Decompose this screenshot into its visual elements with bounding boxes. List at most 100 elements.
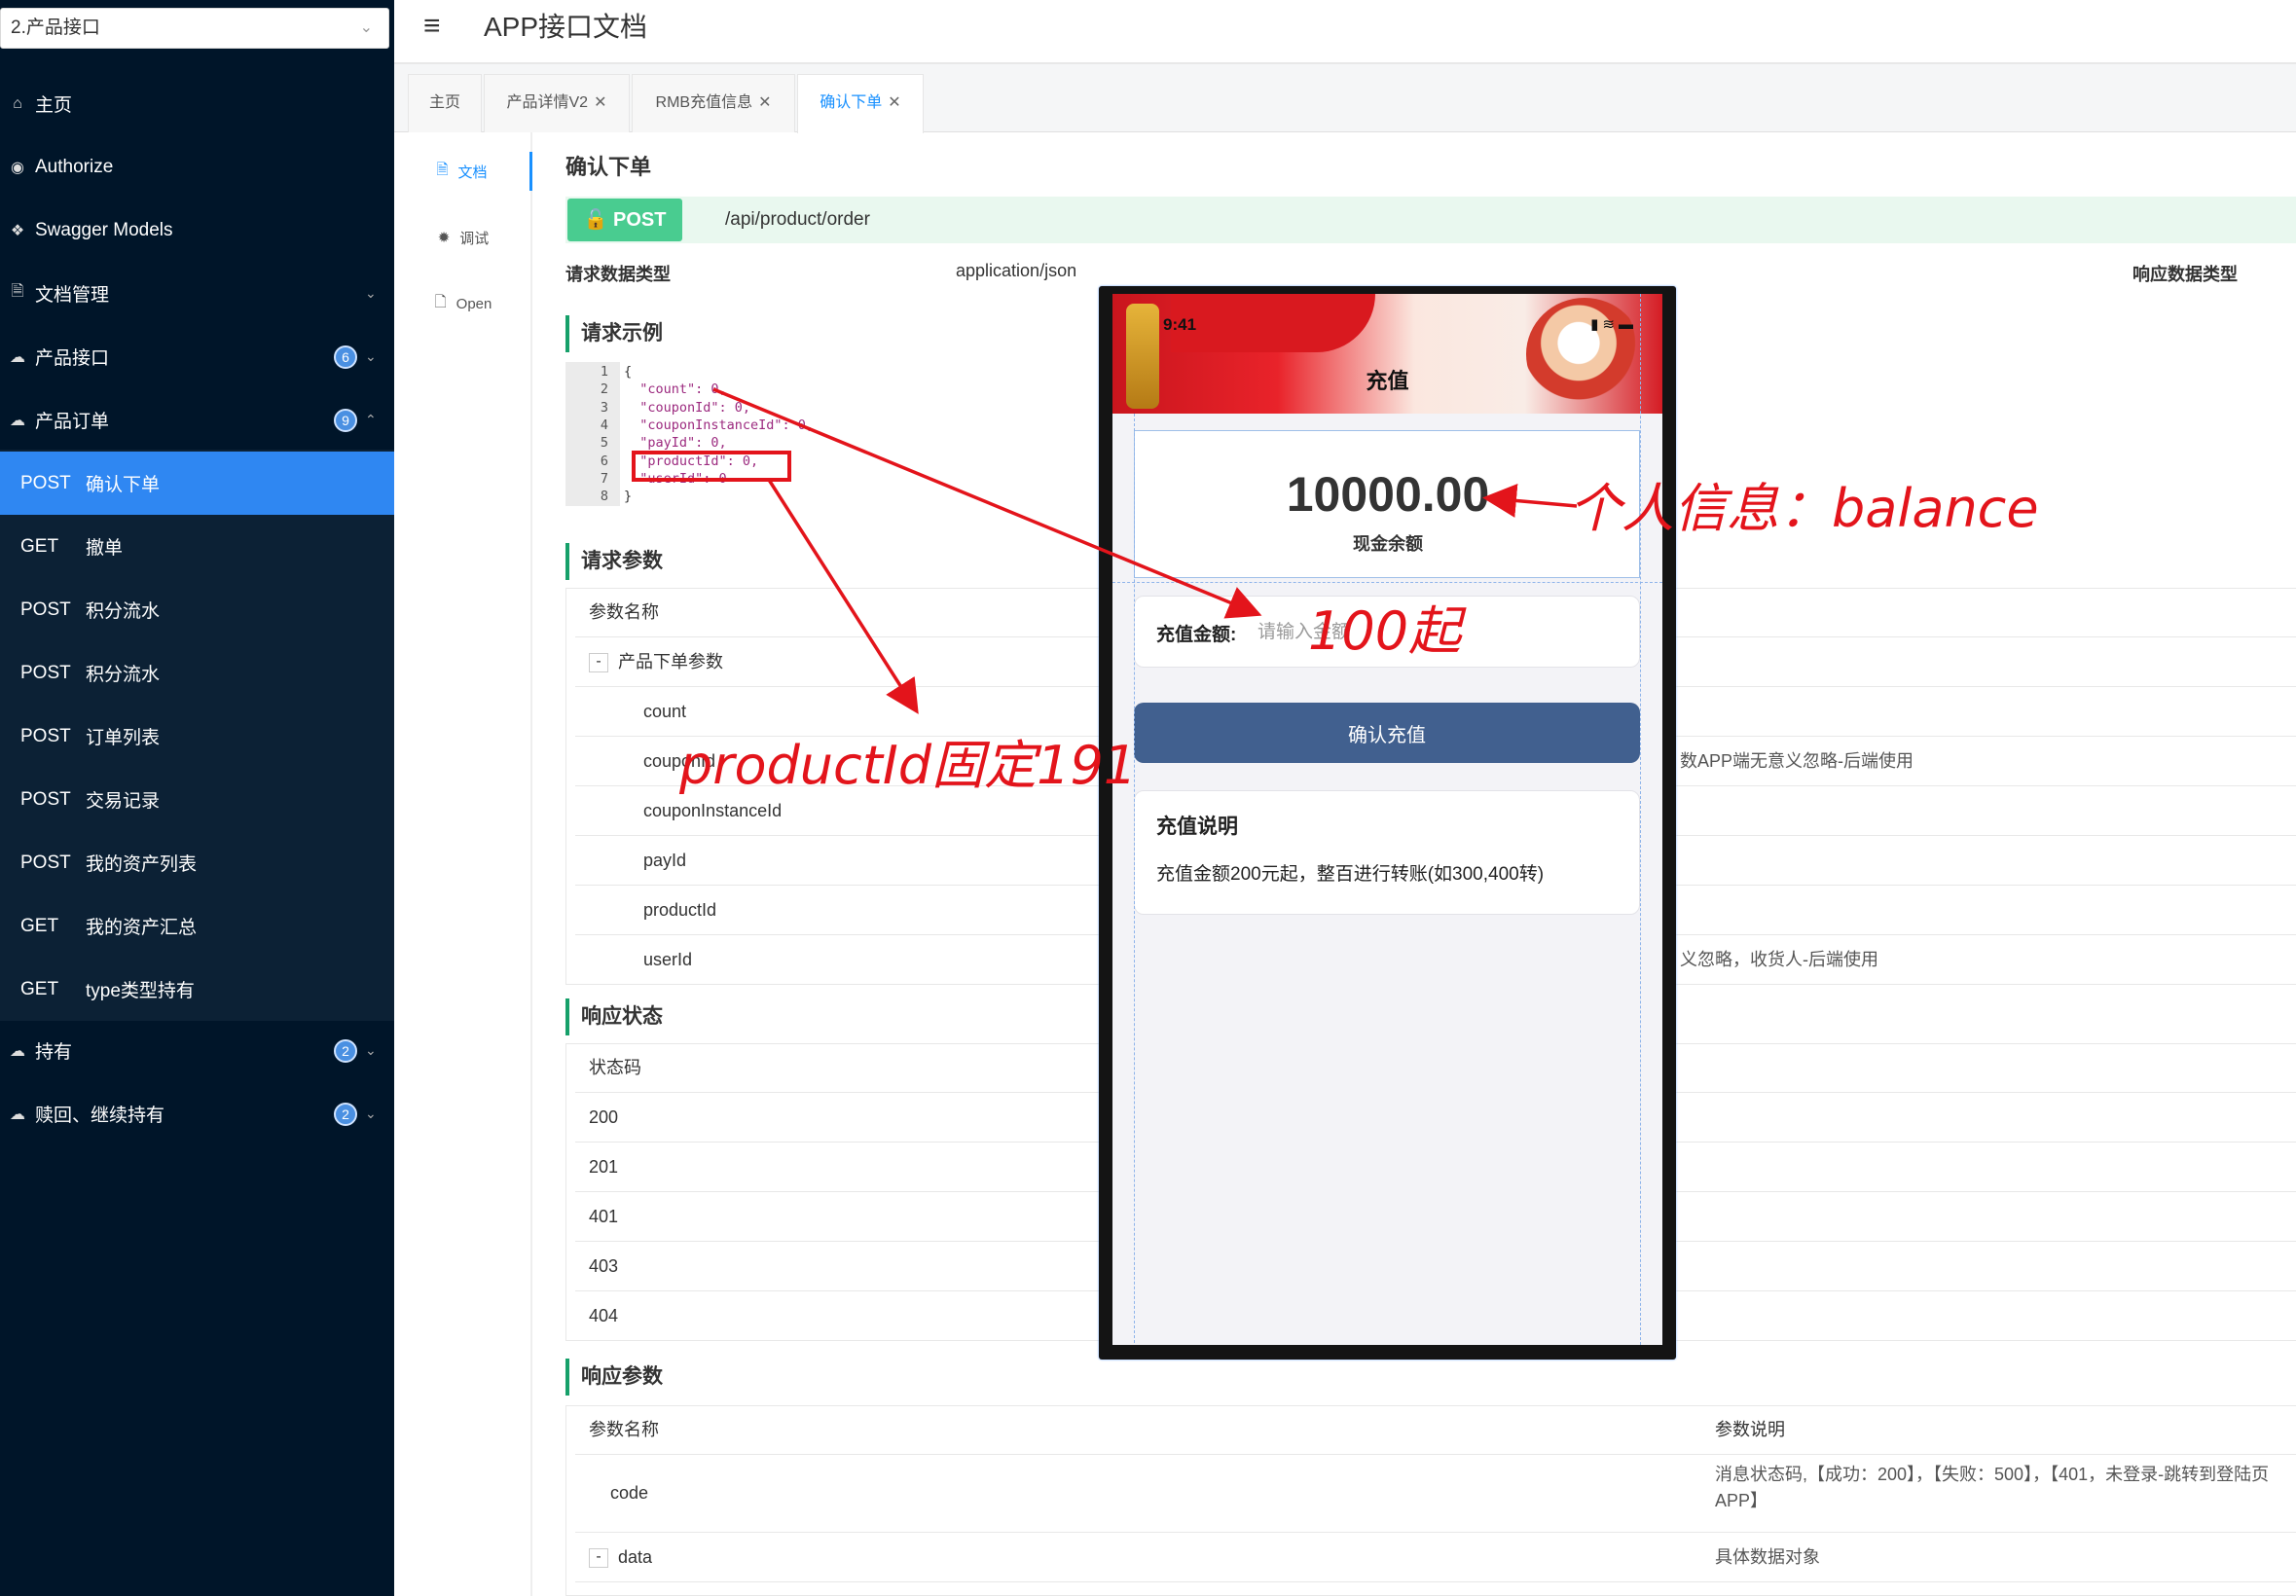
sidebar-item-authorize[interactable]: ◉ Authorize [0,135,394,199]
section-response-params: 响应参数 [565,1359,663,1396]
param-name: data [618,1547,653,1567]
sidebar-subitem[interactable]: GET 撤单 [0,515,394,578]
recharge-note-card: 充值说明 充值金额200元起，整百进行转账(如300,400转) [1134,790,1640,915]
sidebar-item-label: Authorize [35,156,114,177]
section-request-params: 请求参数 [565,543,663,580]
guide-line [1112,582,1662,583]
tab-confirm-order[interactable]: 确认下单 ✕ [797,74,924,133]
header-cell: 参数名称 [589,602,659,622]
http-method: POST [20,472,71,493]
sidebar-item-holding[interactable]: ☁ 持有 2 ⌄ [0,1019,394,1082]
count-badge: 9 [334,408,357,432]
sidebar-item-home[interactable]: ⌂ 主页 [0,72,394,135]
section-response-status: 响应状态 [565,998,663,1035]
sidebar-subitem-label: 交易记录 [86,791,161,812]
sidebar-subitem-confirm-order[interactable]: POST 确认下单 [0,452,394,515]
page-title: APP接口文档 [484,12,648,42]
method-label: POST [613,209,667,231]
cloud-icon: ☁ [10,412,25,429]
annotation-product-id: productId固定191 [679,735,1138,796]
collapse-icon[interactable]: - [589,653,608,673]
collapse-icon[interactable]: - [589,1548,608,1569]
screen-title: 充值 [1366,369,1409,393]
sidebar-item-label: 赎回、继续持有 [35,1106,165,1126]
code-line: { [624,364,633,380]
document-icon: 🗎 [11,283,24,300]
count-badge: 6 [334,345,357,369]
sidebar-subitem[interactable]: POST 订单列表 [0,705,394,768]
request-type-value: application/json [956,261,1077,280]
sidebar-item-redeem[interactable]: ☁ 赎回、继续持有 2 ⌄ [0,1082,394,1145]
chevron-down-icon: ⌄ [365,1106,377,1121]
vtab-doc[interactable]: 🗎 文档 [394,152,532,191]
tab-product-detail[interactable]: 产品详情V2 ✕ [484,74,630,132]
sidebar-item-product-order[interactable]: ☁ 产品订单 9 ⌃ [0,388,394,452]
close-icon[interactable]: ✕ [758,94,771,111]
line-number: 3 [600,399,608,416]
param-name: payId [643,851,687,870]
sidebar-subitem[interactable]: GET type类型持有 [0,958,394,1021]
close-icon[interactable]: ✕ [594,94,606,111]
group-select-value: 2.产品接口 [11,18,100,38]
sidebar-item-label: 产品接口 [35,348,110,369]
sidebar-item-label: 文档管理 [35,285,110,306]
param-desc: 具体数据对象 [1715,1547,1820,1567]
chevron-down-icon: ⌄ [365,348,377,364]
code-line: } [624,489,633,505]
vtab-open[interactable]: 🗋 Open [394,284,532,323]
status-code: 401 [589,1207,619,1226]
header-cell: 参数说明 [1715,1420,1785,1439]
balance-card: 10000.00 现金余额 [1134,430,1640,578]
sidebar-subitem[interactable]: POST 积分流水 [0,578,394,641]
chevron-down-icon: ⌄ [365,1042,377,1058]
param-name: userId [643,950,693,969]
sidebar-item-label: 主页 [35,95,73,116]
sidebar-item-label: 持有 [35,1042,73,1063]
line-number: 8 [600,489,608,505]
vtab-debug[interactable]: ✹ 调试 [394,218,532,257]
tab-home[interactable]: 主页 [408,74,482,132]
sidebar-item-product-api[interactable]: ☁ 产品接口 6 ⌄ [0,325,394,388]
header-cell: 状态码 [589,1058,641,1077]
sidebar-subitem[interactable]: POST 我的资产列表 [0,831,394,894]
code-line: "payId": 0, [624,435,727,452]
guide-line [1134,414,1135,1345]
http-method: GET [20,535,59,557]
sidebar-item-label: Swagger Models [35,219,173,240]
group-select[interactable]: 2.产品接口 ⌄ [0,8,389,49]
code-line: "productId": 0, [624,453,759,469]
group-label: 产品下单参数 [618,652,723,671]
line-number: 6 [600,453,608,469]
sidebar-subitem[interactable]: GET 我的资产汇总 [0,894,394,958]
note-text: 充值金额200元起，整百进行转账(如300,400转) [1156,864,1545,885]
close-icon[interactable]: ✕ [888,94,900,111]
annotation-balance: 个人信息：balance [1569,478,2039,539]
sidebar-subitem-label: 积分流水 [86,601,161,622]
line-number: 7 [600,470,608,487]
http-method: GET [20,978,59,999]
cloud-icon: ☁ [10,1106,25,1123]
top-header: ≡ APP接口文档 [394,0,2296,64]
sidebar-item-swagger-models[interactable]: ❖ Swagger Models [0,199,394,262]
code-line: "couponInstanceId": 0, [624,417,815,433]
sidebar-item-doc-manage[interactable]: 🗎 文档管理 ⌄ [0,262,394,325]
document-icon: 🗎 [436,161,449,178]
sidebar-subitem[interactable]: POST 积分流水 [0,641,394,705]
line-number: 5 [600,435,608,452]
status-code: 201 [589,1157,619,1177]
phone-mockup: 9:41 ▮≋▬ 充值 10000.00 现金余额 充值金额: 确认充值 充值说… [1099,286,1676,1360]
http-method: POST [20,788,71,810]
tab-bar: 主页 产品详情V2 ✕ RMB充值信息 ✕ 确认下单 ✕ [394,64,2296,133]
menu-fold-icon[interactable]: ≡ [423,10,441,43]
sidebar-subitem-label: 确认下单 [86,475,161,495]
vtab-label: Open [456,295,492,312]
http-method: GET [20,915,59,936]
status-icons: ▮≋▬ [1590,315,1637,333]
file-icon: 🗋 [434,293,447,310]
http-method: POST [20,598,71,620]
sidebar-subitem[interactable]: POST 交易记录 [0,768,394,831]
confirm-recharge-button[interactable]: 确认充值 [1134,703,1640,763]
guide-line [1640,294,1641,1345]
tab-rmb-recharge[interactable]: RMB充值信息 ✕ [632,74,795,132]
annotation-min-amount: 100起 [1308,600,1462,662]
